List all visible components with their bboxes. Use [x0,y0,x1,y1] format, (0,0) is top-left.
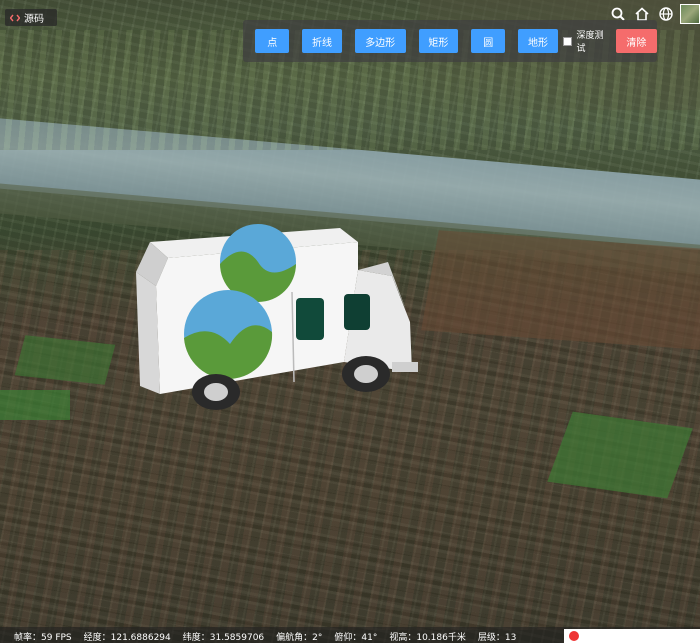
bumper [392,362,418,372]
code-icon [10,14,20,21]
green-field [0,390,70,420]
terrain-button[interactable]: 地形 [518,29,558,53]
draw-rectangle-button[interactable]: 矩形 [418,29,458,53]
depth-test-label: 深度测试 [576,31,604,54]
depth-test-checkbox[interactable] [562,36,572,46]
draw-point-button[interactable]: 点 [255,29,290,53]
draw-polyline-button[interactable]: 折线 [302,29,342,53]
fps-readout: 帧率：59 FPS [14,633,72,643]
pitch-readout: 俯仰：41° [334,633,378,643]
latitude-readout: 纬度：31.5859706 [182,633,265,643]
truck-model[interactable] [130,222,430,422]
clear-button[interactable]: 清除 [615,29,658,53]
rear-hub [204,383,228,401]
source-code-button[interactable]: 源码 [5,9,57,26]
globe-icon[interactable] [656,4,676,24]
draw-circle-button[interactable]: 圆 [471,29,506,53]
base-layer-thumbnail[interactable] [680,4,700,24]
draw-polygon-button[interactable]: 多边形 [354,29,406,53]
brown-field [421,230,700,350]
zoom-readout: 层级：13 [477,633,517,643]
drawing-toolbar: 点 折线 多边形 矩形 圆 地形 深度测试 清除 [243,20,658,62]
windshield [344,294,370,330]
heading-readout: 偏航角：2° [276,633,323,643]
cab-window [296,298,324,340]
front-hub [354,365,378,383]
layers-icon[interactable] [680,4,700,24]
depth-test-toggle[interactable]: 深度测试 [562,28,612,54]
source-code-label: 源码 [24,14,44,25]
ime-logo-icon [569,631,579,641]
height-readout: 视高：10.186千米 [389,633,466,643]
ime-toolbar [564,629,700,643]
map-viewport[interactable]: 源码 点 折线 多边形 矩形 圆 地形 深度测试 清除 帧率：59 FPS 经度… [0,0,700,643]
longitude-readout: 经度：121.6886294 [83,633,171,643]
